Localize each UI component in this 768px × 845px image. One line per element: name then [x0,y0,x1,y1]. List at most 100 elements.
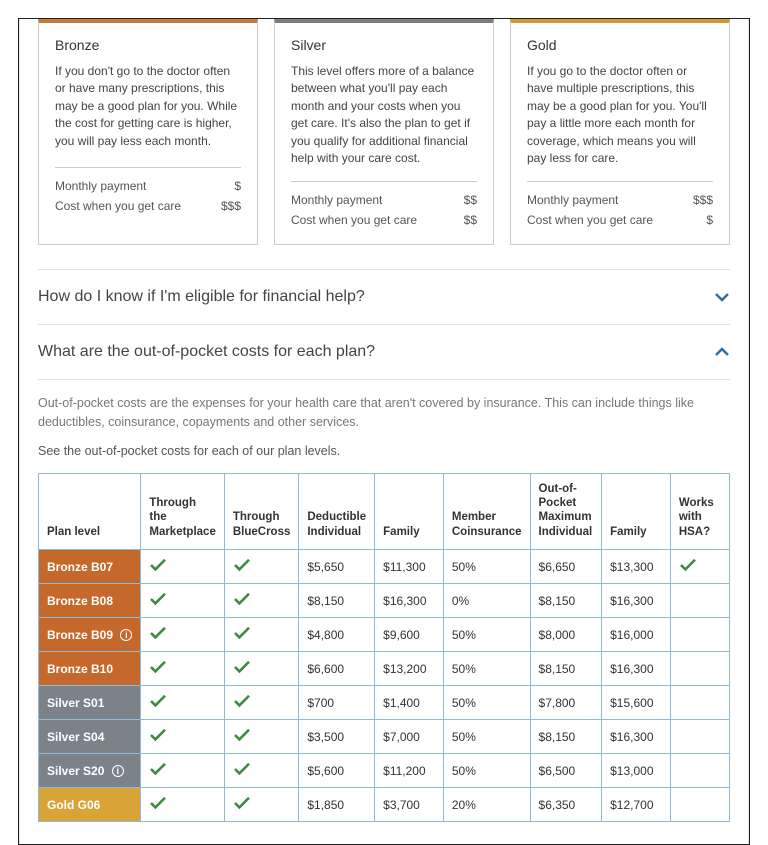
cell-plan-name: Gold G06 [39,788,141,822]
accordion-title: What are the out-of-pocket costs for eac… [38,343,375,361]
accordion-eligibility[interactable]: How do I know if I'm eligible for financ… [38,269,730,325]
tier-monthly-value: $ [234,179,241,193]
col-marketplace: Through the Marketplace [141,473,224,550]
check-icon [233,697,251,711]
table-row: Bronze B10 $6,600$13,20050%$8,150$16,300 [39,652,730,686]
cell-deductible-ind: $6,600 [299,652,375,686]
tier-monthly-row: Monthly payment $ [55,176,241,196]
cell-coinsurance: 50% [443,652,530,686]
cell-deductible-ind: $5,600 [299,754,375,788]
check-icon [149,595,167,609]
cell-bluecross [224,754,299,788]
cell-marketplace [141,788,224,822]
cell-deductible-fam: $3,700 [375,788,444,822]
cell-deductible-fam: $11,200 [375,754,444,788]
check-icon [233,663,251,677]
cell-deductible-ind: $3,500 [299,720,375,754]
tier-care-value: $$ [464,213,477,227]
check-icon [679,561,697,575]
cell-oop-ind: $6,350 [530,788,602,822]
check-icon [233,629,251,643]
cell-plan-name: Silver S20 i [39,754,141,788]
col-plan-level: Plan level [39,473,141,550]
cell-bluecross [224,652,299,686]
cell-hsa [670,720,729,754]
cell-hsa [670,550,729,584]
check-icon [149,663,167,677]
cell-oop-fam: $13,300 [602,550,671,584]
cell-plan-name: Bronze B08 [39,584,141,618]
tier-title: Bronze [55,37,241,53]
accordion-oop-costs[interactable]: What are the out-of-pocket costs for eac… [38,325,730,380]
table-row: Bronze B08 $8,150$16,3000%$8,150$16,300 [39,584,730,618]
col-deductible-fam: Family [375,473,444,550]
cell-deductible-ind: $1,850 [299,788,375,822]
plans-table: Plan level Through the Marketplace Throu… [38,473,730,823]
cell-plan-name: Bronze B07 [39,550,141,584]
tier-card-gold: Gold If you go to the doctor often or ha… [510,19,730,245]
cell-oop-fam: $16,300 [602,584,671,618]
table-row: Silver S04 $3,500$7,00050%$8,150$16,300 [39,720,730,754]
cell-oop-ind: $8,150 [530,720,602,754]
check-icon [233,595,251,609]
cell-plan-name: Bronze B09 i [39,618,141,652]
col-deductible-ind: Deductible Individual [299,473,375,550]
info-icon[interactable]: i [112,765,124,777]
chevron-up-icon [714,344,730,360]
cell-coinsurance: 50% [443,550,530,584]
check-icon [233,765,251,779]
cell-marketplace [141,686,224,720]
check-icon [149,561,167,575]
cell-deductible-ind: $5,650 [299,550,375,584]
col-bluecross: Through BlueCross [224,473,299,550]
col-oop-fam: Family [602,473,671,550]
check-icon [233,561,251,575]
cell-bluecross [224,584,299,618]
cell-plan-name: Silver S01 [39,686,141,720]
cell-coinsurance: 20% [443,788,530,822]
tier-title: Gold [527,37,713,53]
cell-marketplace [141,550,224,584]
cell-marketplace [141,652,224,686]
accordion-title: How do I know if I'm eligible for financ… [38,288,365,306]
cell-oop-ind: $8,000 [530,618,602,652]
cell-deductible-ind: $700 [299,686,375,720]
cell-hsa [670,788,729,822]
cell-deductible-fam: $9,600 [375,618,444,652]
cell-coinsurance: 50% [443,686,530,720]
check-icon [149,697,167,711]
cell-oop-fam: $13,000 [602,754,671,788]
tier-monthly-row: Monthly payment $$$ [527,190,713,210]
tier-care-label: Cost when you get care [527,213,653,227]
tier-description: This level offers more of a balance betw… [291,63,477,167]
cell-oop-ind: $6,500 [530,754,602,788]
tier-cards: Bronze If you don't go to the doctor oft… [38,19,730,245]
cell-marketplace [141,584,224,618]
table-row: Silver S20 i$5,600$11,20050%$6,500$13,00… [39,754,730,788]
cell-oop-fam: $16,300 [602,652,671,686]
cell-bluecross [224,686,299,720]
cell-hsa [670,652,729,686]
divider [291,181,477,182]
tier-description: If you don't go to the doctor often or h… [55,63,241,153]
check-icon [149,731,167,745]
divider [527,181,713,182]
tier-monthly-value: $$ [464,193,477,207]
cell-deductible-fam: $7,000 [375,720,444,754]
cell-hsa [670,686,729,720]
tier-card-silver: Silver This level offers more of a balan… [274,19,494,245]
cell-oop-ind: $6,650 [530,550,602,584]
cell-oop-fam: $16,300 [602,720,671,754]
cell-oop-ind: $7,800 [530,686,602,720]
check-icon [149,629,167,643]
tier-care-row: Cost when you get care $$ [291,210,477,230]
tier-title: Silver [291,37,477,53]
tier-monthly-value: $$$ [693,193,713,207]
oop-see-text: See the out-of-pocket costs for each of … [38,442,730,461]
cell-coinsurance: 50% [443,618,530,652]
cell-coinsurance: 0% [443,584,530,618]
oop-intro-text: Out-of-pocket costs are the expenses for… [38,394,730,432]
cell-oop-fam: $16,000 [602,618,671,652]
cell-marketplace [141,754,224,788]
info-icon[interactable]: i [120,629,132,641]
